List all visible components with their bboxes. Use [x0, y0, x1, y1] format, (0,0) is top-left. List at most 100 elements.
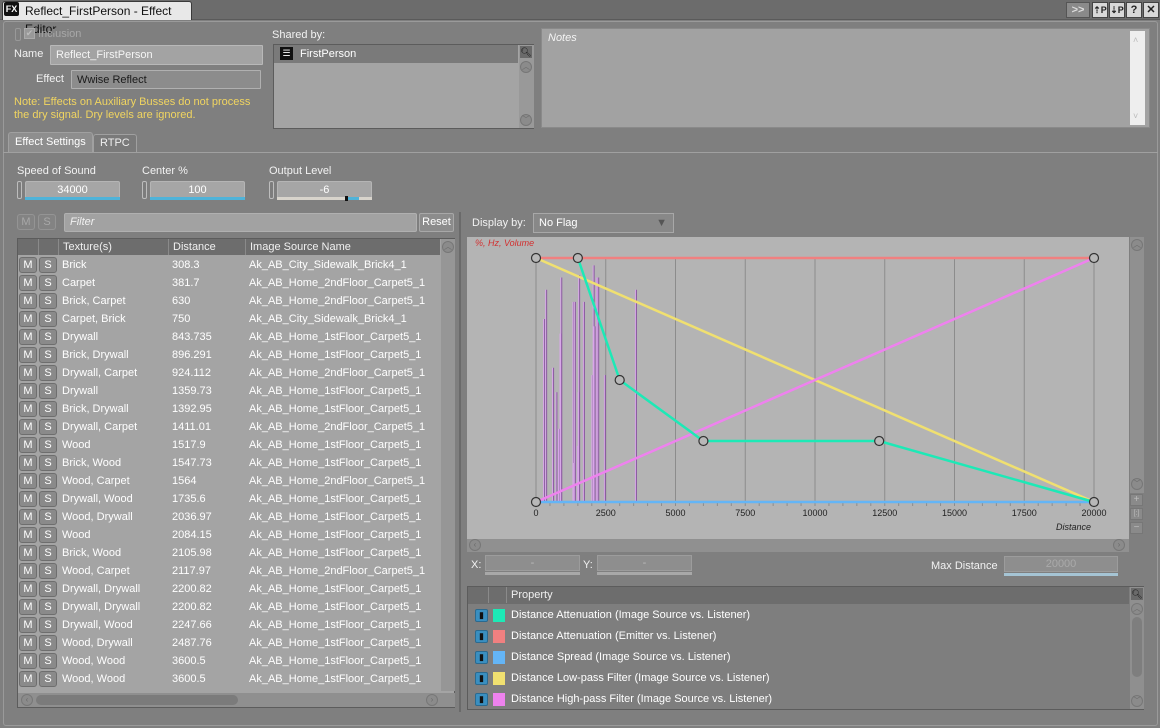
mute-all-button[interactable]: M	[17, 214, 35, 230]
table-row[interactable]: M S Drywall, Carpet 924.112 Ak_AB_Home_2ndFl…	[18, 364, 440, 382]
table-row[interactable]: M S Brick, Carpet 630 Ak_AB_Home_2ndFloor_Ca…	[18, 292, 440, 310]
notes-area[interactable]: Notes ˄ ˅	[541, 28, 1150, 128]
output-level-handle[interactable]	[345, 196, 348, 201]
mute-button[interactable]: M	[19, 545, 37, 561]
mute-button[interactable]: M	[19, 401, 37, 417]
x-coord-input[interactable]: -	[485, 555, 580, 571]
curve-control-point[interactable]	[614, 374, 625, 386]
curve-control-point[interactable]	[1088, 252, 1100, 264]
table-row[interactable]: M S Carpet 381.7 Ak_AB_Home_2ndFloor_Carpet5…	[18, 274, 440, 292]
curve-control-point[interactable]	[530, 252, 542, 264]
mute-button[interactable]: M	[19, 437, 37, 453]
mute-button[interactable]: M	[19, 347, 37, 363]
zoom-reset-button[interactable]: [:]	[1130, 508, 1143, 520]
window-title-tab[interactable]: Reflect_FirstPerson - Effect Editor	[2, 1, 192, 36]
solo-button[interactable]: S	[39, 509, 57, 525]
mute-button[interactable]: M	[19, 635, 37, 651]
mute-button[interactable]: M	[19, 257, 37, 273]
graph-scroll-left-icon[interactable]: ‹	[469, 539, 481, 551]
table-hscrollbar[interactable]: ‹ ›	[18, 693, 455, 707]
table-row[interactable]: M S Wood, Drywall 2487.76 Ak_AB_Home_1stFloo…	[18, 634, 440, 652]
table-row[interactable]: M S Drywall, Wood 2247.66 Ak_AB_Home_1stFloo…	[18, 616, 440, 634]
mute-button[interactable]: M	[19, 563, 37, 579]
search-icon[interactable]: 🔍︎	[520, 46, 532, 58]
table-hscroll-thumb[interactable]	[36, 695, 238, 705]
table-scroll-left-icon[interactable]: ‹	[21, 694, 33, 706]
mute-button[interactable]: M	[19, 293, 37, 309]
property-row[interactable]: ▮ Distance Attenuation (Emitter vs. Liste…	[468, 626, 1128, 647]
solo-button[interactable]: S	[39, 563, 57, 579]
solo-button[interactable]: S	[39, 473, 57, 489]
solo-button[interactable]: S	[39, 455, 57, 471]
table-row[interactable]: M S Brick, Drywall 1392.95 Ak_AB_Home_1stFlo…	[18, 400, 440, 418]
y-coord-slider[interactable]	[597, 572, 692, 575]
pane-splitter[interactable]	[459, 212, 461, 712]
effect-input[interactable]: Wwise Reflect	[71, 70, 261, 89]
solo-button[interactable]: S	[39, 347, 57, 363]
solo-button[interactable]: S	[39, 581, 57, 597]
curve-control-point[interactable]	[572, 252, 583, 264]
filter-input[interactable]: Filter	[64, 213, 417, 232]
solo-all-button[interactable]: S	[38, 214, 56, 230]
solo-button[interactable]: S	[39, 401, 57, 417]
property-row[interactable]: ▮ Distance Spread (Image Source vs. Liste…	[468, 647, 1128, 668]
max-distance-input[interactable]: 20000	[1004, 556, 1118, 572]
speed-of-sound-slider[interactable]	[25, 197, 120, 200]
solo-button[interactable]: S	[39, 671, 57, 687]
solo-button[interactable]: S	[39, 329, 57, 345]
table-row[interactable]: M S Drywall, Carpet 1411.01 Ak_AB_Home_2ndFl…	[18, 418, 440, 436]
output-level-rtpc-icon[interactable]	[269, 181, 274, 199]
pin-icon[interactable]: ▮	[475, 672, 488, 685]
header-image-source-name[interactable]: Image Source Name	[245, 239, 440, 255]
solo-button[interactable]: S	[39, 653, 57, 669]
mute-button[interactable]: M	[19, 473, 37, 489]
scroll-up-icon[interactable]: ︿	[520, 61, 532, 73]
table-row[interactable]: M S Drywall 843.735 Ak_AB_Home_1stFloor_Carp…	[18, 328, 440, 346]
shared-by-scrollbar[interactable]: 🔍︎ ︿ ﹀	[519, 45, 534, 128]
solo-button[interactable]: S	[39, 491, 57, 507]
property-scroll-up-icon[interactable]: ︿	[1131, 603, 1143, 615]
table-row[interactable]: M S Wood, Drywall 2036.97 Ak_AB_Home_1stFloo…	[18, 508, 440, 526]
table-row[interactable]: M S Drywall, Wood 1735.6 Ak_AB_Home_1stFloor…	[18, 490, 440, 508]
mute-button[interactable]: M	[19, 509, 37, 525]
color-swatch[interactable]	[493, 630, 505, 643]
scroll-down-icon[interactable]: ﹀	[520, 114, 532, 126]
curve-control-point[interactable]	[698, 435, 709, 447]
table-row[interactable]: M S Brick, Drywall 896.291 Ak_AB_Home_1stFlo…	[18, 346, 440, 364]
property-row[interactable]: ▮ Distance Low-pass Filter (Image Source …	[468, 668, 1128, 689]
curve-graph-svg[interactable]: 0 2500 5000 7500 10000 12500 15000 17500 20000	[467, 237, 1129, 539]
header-textures[interactable]: Texture(s)	[58, 239, 168, 255]
notes-scrollbar[interactable]: ˄ ˅	[1130, 31, 1145, 125]
solo-button[interactable]: S	[39, 437, 57, 453]
table-row[interactable]: M S Wood, Wood 3600.5 Ak_AB_Home_1stFloor_Ca…	[18, 670, 440, 688]
zoom-out-button[interactable]: −	[1130, 522, 1143, 534]
mute-button[interactable]: M	[19, 365, 37, 381]
curve-control-point[interactable]	[530, 496, 542, 508]
solo-button[interactable]: S	[39, 383, 57, 399]
mute-button[interactable]: M	[19, 383, 37, 399]
mute-button[interactable]: M	[19, 311, 37, 327]
mute-button[interactable]: M	[19, 275, 37, 291]
curve-control-point[interactable]	[1088, 496, 1100, 508]
graph-vscrollbar[interactable]: ︿ ﹀	[1130, 237, 1144, 493]
solo-button[interactable]: S	[39, 257, 57, 273]
solo-button[interactable]: S	[39, 617, 57, 633]
mute-button[interactable]: M	[19, 671, 37, 687]
mute-button[interactable]: M	[19, 599, 37, 615]
x-coord-slider[interactable]	[485, 572, 580, 575]
solo-button[interactable]: S	[39, 419, 57, 435]
color-swatch[interactable]	[493, 651, 505, 664]
table-row[interactable]: M S Drywall, Drywall 2200.82 Ak_AB_Home_1stF…	[18, 598, 440, 616]
color-swatch[interactable]	[493, 672, 505, 685]
solo-button[interactable]: S	[39, 599, 57, 615]
mute-button[interactable]: M	[19, 581, 37, 597]
header-property[interactable]: Property	[506, 587, 1126, 603]
header-distance[interactable]: Distance	[168, 239, 245, 255]
notes-scroll-up-icon[interactable]: ˄	[1133, 35, 1138, 45]
color-swatch[interactable]	[493, 609, 505, 622]
more-button[interactable]: >>	[1066, 2, 1090, 18]
display-by-dropdown[interactable]: No Flag ▼	[533, 213, 674, 233]
table-row[interactable]: M S Drywall, Drywall 2200.82 Ak_AB_Home_1stF…	[18, 580, 440, 598]
property-scroll-thumb[interactable]	[1132, 617, 1142, 677]
mute-button[interactable]: M	[19, 527, 37, 543]
